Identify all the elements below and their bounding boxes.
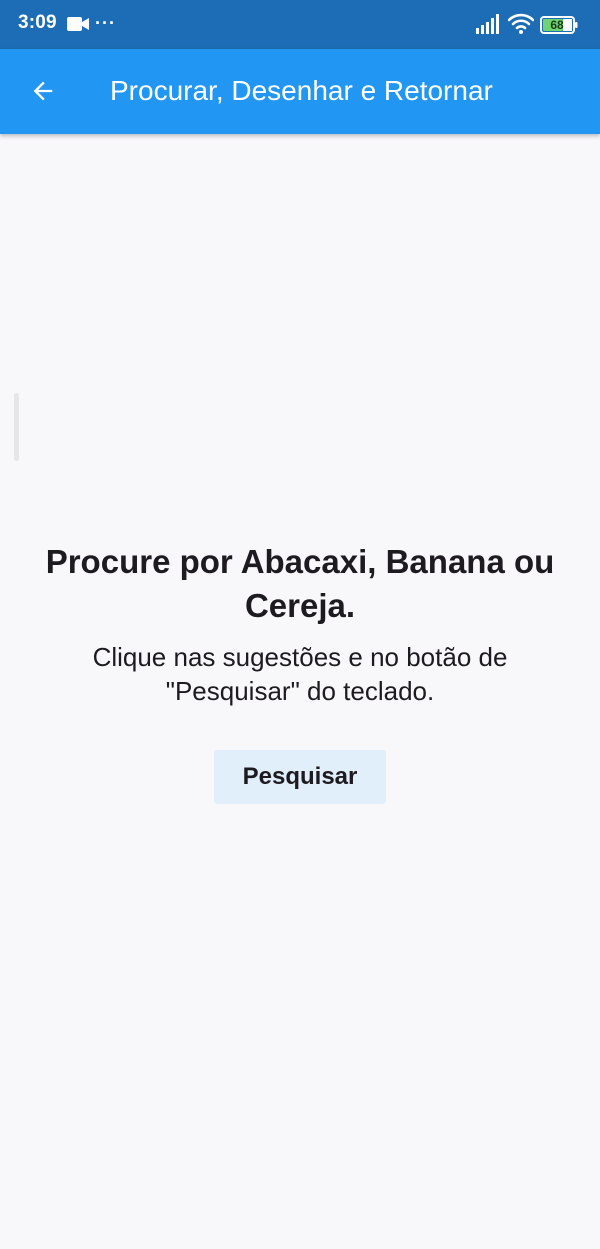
video-icon bbox=[67, 17, 89, 31]
battery-level: 68 bbox=[550, 18, 564, 32]
search-button[interactable]: Pesquisar bbox=[214, 750, 386, 804]
back-button[interactable] bbox=[22, 70, 64, 112]
prompt-heading: Procure por Abacaxi, Banana ou Cereja. bbox=[45, 543, 555, 624]
wifi-icon bbox=[508, 13, 534, 34]
app-bar: Procurar, Desenhar e Retornar bbox=[0, 49, 600, 134]
signal-icon bbox=[476, 14, 499, 34]
more-dots-icon: ··· bbox=[95, 13, 116, 33]
page-title: Procurar, Desenhar e Retornar bbox=[110, 75, 493, 106]
scroll-indicator bbox=[14, 393, 19, 461]
status-time: 3:09 bbox=[18, 12, 57, 33]
main-content: Procure por Abacaxi, Banana ou Cereja. C… bbox=[0, 540, 600, 804]
status-bar: 3:09 ··· 68 bbox=[0, 0, 600, 49]
arrow-back-icon bbox=[33, 81, 53, 101]
instruction-text: Clique nas sugestões e no botão de "Pesq… bbox=[92, 642, 508, 706]
